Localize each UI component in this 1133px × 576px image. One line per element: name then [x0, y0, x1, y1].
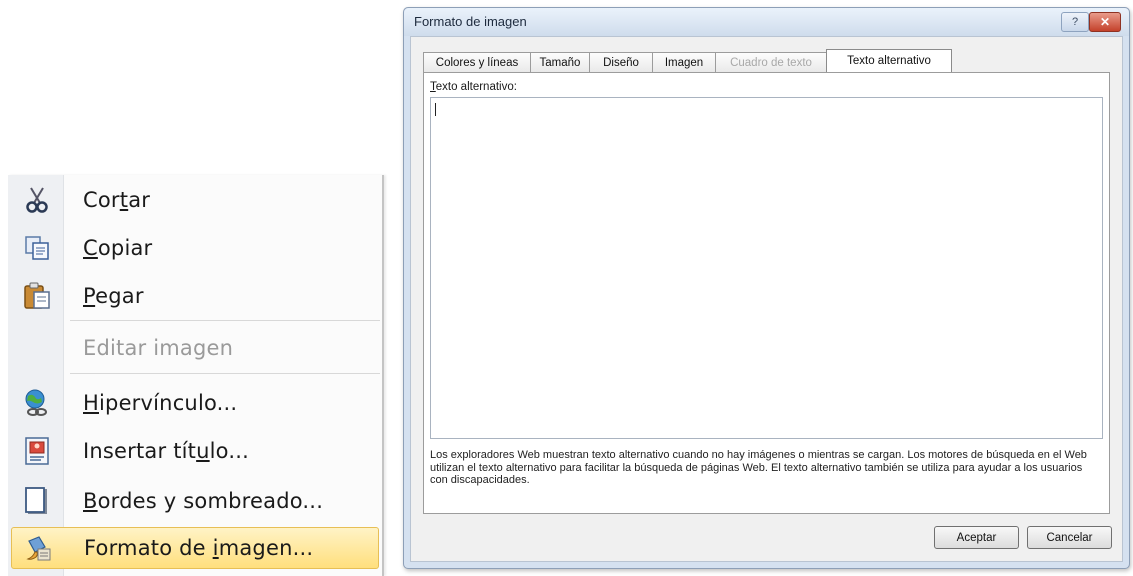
menu-item-cortar[interactable]: Cortar	[8, 177, 380, 223]
tab-cuadro-texto: Cuadro de texto	[715, 52, 827, 72]
scissors-icon	[26, 187, 48, 213]
menu-separator	[70, 320, 380, 321]
menu-item-label: Formato de imagen...	[84, 536, 314, 560]
dialog-titlebar[interactable]: Formato de imagen ? ✕	[404, 8, 1129, 36]
format-picture-dialog: Formato de imagen ? ✕ Colores y líneas T…	[403, 7, 1130, 569]
menu-item-pegar[interactable]: Pegar	[8, 273, 380, 319]
tab-tamano[interactable]: Tamaño	[530, 52, 590, 72]
alt-text-input[interactable]	[430, 97, 1103, 439]
paste-icon	[24, 282, 50, 309]
menu-item-copiar[interactable]: Copiar	[8, 225, 380, 271]
alt-text-hint: Los exploradores Web muestran texto alte…	[430, 449, 1087, 487]
copy-icon	[25, 236, 49, 260]
menu-item-hipervinculo[interactable]: Hipervínculo...	[8, 380, 380, 426]
menu-item-label: Hipervínculo...	[83, 391, 238, 415]
menu-item-label: Insertar título...	[83, 439, 249, 463]
menu-separator	[70, 373, 380, 374]
menu-item-label: Editar imagen	[83, 336, 234, 360]
menu-item-label: Bordes y sombreado...	[83, 489, 324, 513]
menu-item-editar-imagen: Editar imagen	[8, 325, 380, 371]
menu-item-label: Pegar	[83, 284, 144, 308]
close-button[interactable]: ✕	[1089, 12, 1121, 32]
menu-item-label: Cortar	[83, 188, 151, 212]
menu-item-label: Copiar	[83, 236, 153, 260]
tab-texto-alternativo[interactable]: Texto alternativo	[826, 49, 952, 73]
menu-item-formato-imagen[interactable]: Formato de imagen...	[11, 527, 379, 569]
menu-item-bordes-sombreado[interactable]: Bordes y sombreado...	[8, 478, 380, 524]
cancel-button[interactable]: Cancelar	[1027, 526, 1112, 549]
dialog-body: Colores y líneas Tamaño Diseño Imagen Cu…	[410, 36, 1123, 562]
help-button[interactable]: ?	[1061, 12, 1089, 32]
alt-text-label: Texto alternativo:	[430, 81, 517, 93]
dialog-title: Formato de imagen	[414, 14, 527, 29]
borders-shading-icon	[25, 487, 47, 514]
text-caret	[435, 103, 436, 116]
tab-imagen[interactable]: Imagen	[652, 52, 716, 72]
context-menu: Cortar Copiar Pegar Editar imagen Hiperv…	[8, 175, 384, 576]
menu-item-insertar-titulo[interactable]: Insertar título...	[8, 428, 380, 474]
tab-diseno[interactable]: Diseño	[589, 52, 653, 72]
tab-panel-texto-alternativo: Texto alternativo: Los exploradores Web …	[423, 72, 1110, 514]
insert-caption-icon	[25, 437, 49, 465]
accept-button[interactable]: Aceptar	[934, 526, 1019, 549]
tab-colores-lineas[interactable]: Colores y líneas	[423, 52, 531, 72]
format-picture-icon	[26, 536, 51, 561]
hyperlink-globe-icon	[25, 389, 47, 416]
